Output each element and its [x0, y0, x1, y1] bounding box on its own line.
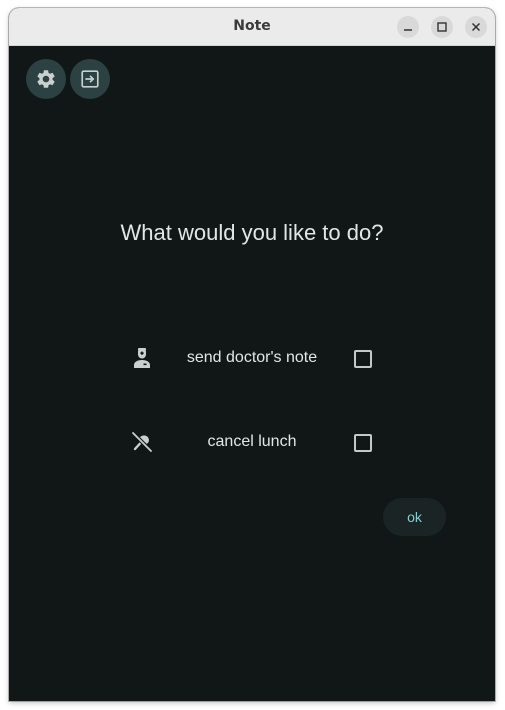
no-food-icon: [130, 430, 154, 454]
prompt-question: What would you like to do?: [120, 220, 384, 245]
main-content: What would you like to do? send doctor's…: [9, 46, 495, 701]
option-label-doctor-note: send doctor's note: [186, 349, 318, 366]
settings-button[interactable]: [26, 59, 66, 99]
maximize-icon: [437, 22, 447, 32]
window-title: Note: [233, 18, 271, 34]
minimize-icon: [404, 29, 412, 31]
cancel-lunch-checkbox[interactable]: [354, 434, 372, 452]
exit-button[interactable]: [70, 59, 110, 99]
close-button[interactable]: [465, 16, 487, 38]
app-window: Note What would you like to do? send doc…: [9, 8, 495, 701]
gear-icon: [37, 70, 55, 88]
doctor-note-checkbox[interactable]: [354, 350, 372, 368]
close-icon: [471, 22, 481, 32]
option-label-cancel-lunch: cancel lunch: [207, 433, 297, 450]
minimize-button[interactable]: [397, 16, 419, 38]
ok-button[interactable]: ok: [383, 498, 446, 536]
title-bar[interactable]: Note: [9, 8, 495, 46]
doctor-icon: [130, 346, 154, 370]
maximize-button[interactable]: [431, 16, 453, 38]
exit-icon: [81, 70, 99, 88]
